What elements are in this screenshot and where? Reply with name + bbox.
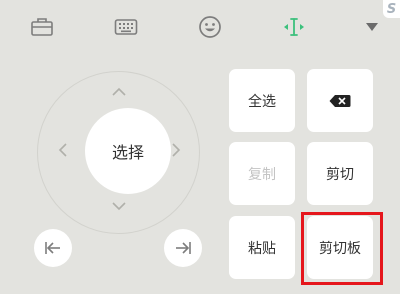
- move-to-start-button[interactable]: [34, 229, 72, 267]
- move-to-end-icon: [176, 242, 191, 254]
- copy-label: 复制: [248, 166, 276, 183]
- brand-logo: S: [383, 0, 400, 18]
- select-all-label: 全选: [248, 93, 276, 110]
- move-to-start-icon: [45, 242, 60, 254]
- move-to-end-button[interactable]: [164, 229, 202, 267]
- keyboard-icon[interactable]: [111, 12, 141, 42]
- up-arrow-icon[interactable]: [109, 82, 129, 102]
- cut-label: 剪切: [326, 166, 354, 183]
- cut-button[interactable]: 剪切: [307, 142, 373, 205]
- top-toolbar: S: [0, 0, 400, 52]
- briefcase-icon[interactable]: [27, 12, 57, 42]
- paste-label: 粘贴: [248, 240, 276, 257]
- down-arrow-icon[interactable]: [109, 196, 129, 216]
- select-button-label: 选择: [111, 143, 144, 162]
- paste-button[interactable]: 粘贴: [229, 216, 295, 279]
- select-button[interactable]: 选择: [85, 108, 171, 194]
- left-arrow-icon[interactable]: [53, 140, 73, 160]
- backspace-icon: [329, 94, 351, 107]
- emoji-icon[interactable]: [195, 12, 225, 42]
- backspace-button[interactable]: [307, 69, 373, 132]
- collapse-icon[interactable]: [357, 12, 387, 42]
- brand-logo-text: S: [386, 1, 397, 17]
- highlight-box: [301, 212, 383, 285]
- text-cursor-icon[interactable]: [279, 12, 309, 42]
- copy-button[interactable]: 复制: [229, 142, 295, 205]
- select-all-button[interactable]: 全选: [229, 69, 295, 132]
